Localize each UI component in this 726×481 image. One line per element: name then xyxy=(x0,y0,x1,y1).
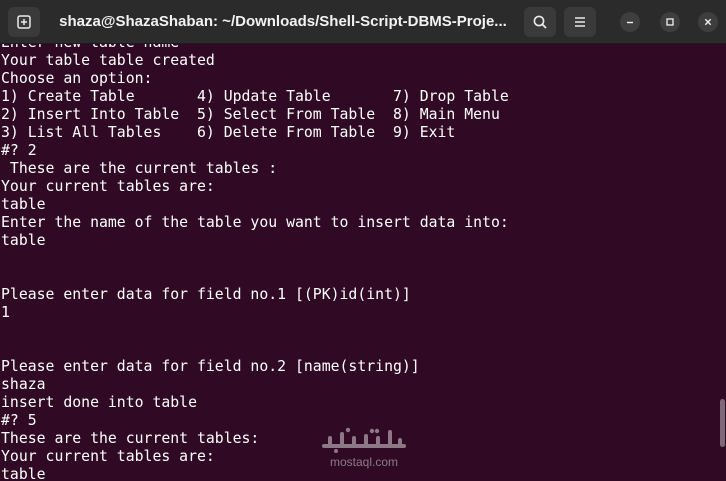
terminal-line: #? 2 xyxy=(1,142,37,159)
watermark-text: mostaql.com xyxy=(329,455,399,469)
terminal-line: Your current tables are: xyxy=(1,448,215,465)
terminal-line: Your current tables are: xyxy=(1,178,215,195)
terminal-line: table xyxy=(1,232,46,249)
minimize-icon xyxy=(627,21,633,24)
title-bar: shaza@ShazaShaban: ~/Downloads/Shell-Scr… xyxy=(0,0,726,44)
hamburger-menu-icon xyxy=(575,17,585,27)
terminal-line: table xyxy=(1,466,46,481)
terminal-text: Enter new table nameYour table table cre… xyxy=(1,44,509,481)
maximize-icon xyxy=(666,18,674,26)
terminal-line: Please enter data for field no.1 [(PK)id… xyxy=(1,286,411,303)
terminal-line: table xyxy=(1,196,46,213)
terminal-line: Enter new table name xyxy=(1,44,509,52)
scrollbar-thumb[interactable] xyxy=(720,399,725,447)
close-icon xyxy=(704,18,712,26)
terminal-line: Choose an option: xyxy=(1,70,153,87)
search-button[interactable] xyxy=(524,7,556,37)
scrollbar[interactable] xyxy=(718,44,726,481)
terminal-line: shaza xyxy=(1,376,46,393)
terminal-output[interactable]: Enter new table nameYour table table cre… xyxy=(0,44,718,481)
search-icon xyxy=(533,15,547,29)
close-button[interactable] xyxy=(698,12,718,32)
new-tab-icon xyxy=(17,15,31,29)
menu-button[interactable] xyxy=(564,7,596,37)
terminal-line: These are the current tables : xyxy=(1,160,278,177)
terminal-line: 2) Insert Into Table 5) Select From Tabl… xyxy=(1,106,500,123)
new-tab-button[interactable] xyxy=(8,7,40,37)
terminal-line: Please enter data for field no.2 [name(s… xyxy=(1,358,420,375)
terminal-line: These are the current tables: xyxy=(1,430,260,447)
terminal-line: 1 xyxy=(1,304,10,321)
watermark-logo: mostaql.com xyxy=(318,426,410,472)
terminal-window: shaza@ShazaShaban: ~/Downloads/Shell-Scr… xyxy=(0,0,726,481)
window-title: shaza@ShazaShaban: ~/Downloads/Shell-Scr… xyxy=(59,13,507,30)
terminal-line: 3) List All Tables 6) Delete From Table … xyxy=(1,124,456,141)
terminal-line: insert done into table xyxy=(1,394,197,411)
terminal-line: 1) Create Table 4) Update Table 7) Drop … xyxy=(1,88,509,105)
terminal-line: Your table table created xyxy=(1,52,215,69)
minimize-button[interactable] xyxy=(620,12,640,32)
watermark-arabic-logo xyxy=(322,427,406,453)
terminal-line: Enter the name of the table you want to … xyxy=(1,214,509,231)
maximize-button[interactable] xyxy=(660,12,680,32)
terminal-line: #? 5 xyxy=(1,412,37,429)
